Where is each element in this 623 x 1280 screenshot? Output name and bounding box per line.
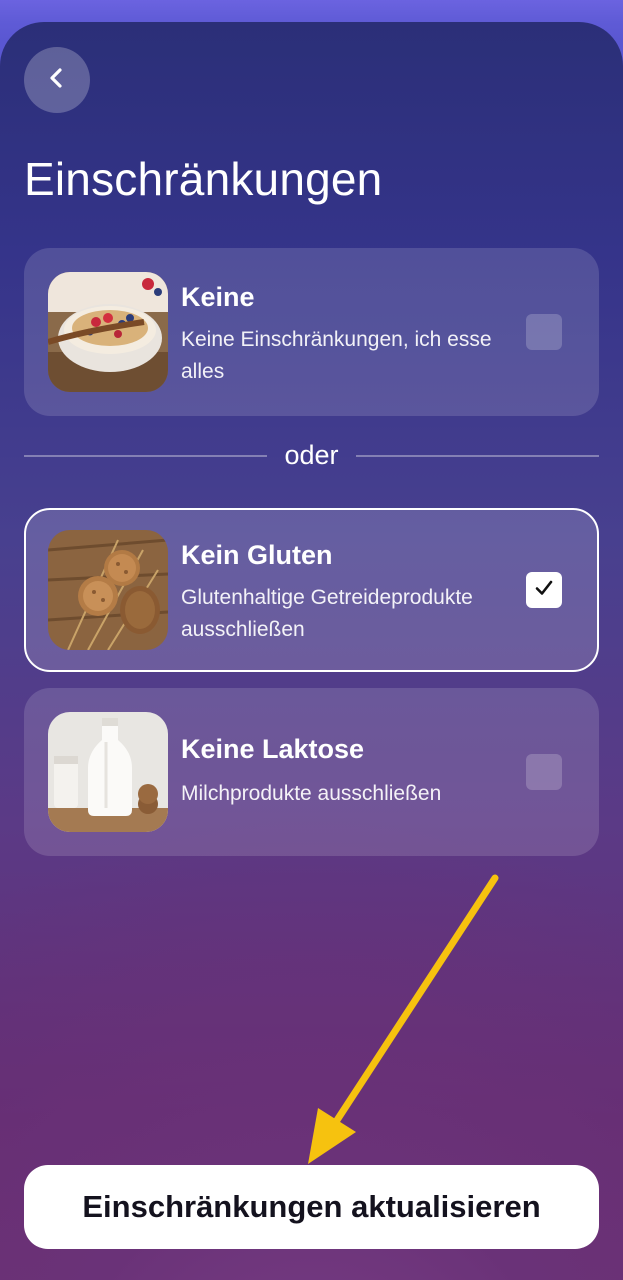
annotation-arrow-icon [308,874,499,1164]
breakfast-bowl-photo [48,272,168,392]
option-description: Glutenhaltige Getreideprodukte ausschlie… [181,586,473,641]
page-title: Einschränkungen [24,153,383,205]
milk-bottle-photo [48,712,168,832]
option-title: Keine Laktose [181,734,365,764]
checkbox-none[interactable] [526,314,562,350]
grain-bread-photo [48,530,168,650]
checkmark-icon [533,577,555,604]
restrictions-sheet: Einschränkungen Keine Keine Einschränkun… [0,22,623,1280]
option-title: Kein Gluten [181,540,333,570]
chevron-left-icon [46,67,68,94]
option-card-gluten-free[interactable]: Kein Gluten Glutenhaltige Getreideproduk… [24,508,599,672]
option-card-lactose-free[interactable]: Keine Laktose Milchprodukte ausschließen [24,688,599,856]
update-restrictions-button[interactable]: Einschränkungen aktualisieren [24,1165,599,1249]
option-card-none[interactable]: Keine Keine Einschränkungen, ich esse al… [24,248,599,416]
option-description: Keine Einschränkungen, ich esse alles [181,328,492,383]
option-description: Milchprodukte ausschließen [181,782,442,805]
divider-line [356,455,599,457]
checkbox-lactose-free[interactable] [526,754,562,790]
app-screen: Einschränkungen Keine Keine Einschränkun… [0,0,623,1280]
back-button[interactable] [24,47,90,113]
option-title: Keine [181,282,255,312]
or-divider: oder [24,436,599,476]
checkbox-gluten-free[interactable] [526,572,562,608]
